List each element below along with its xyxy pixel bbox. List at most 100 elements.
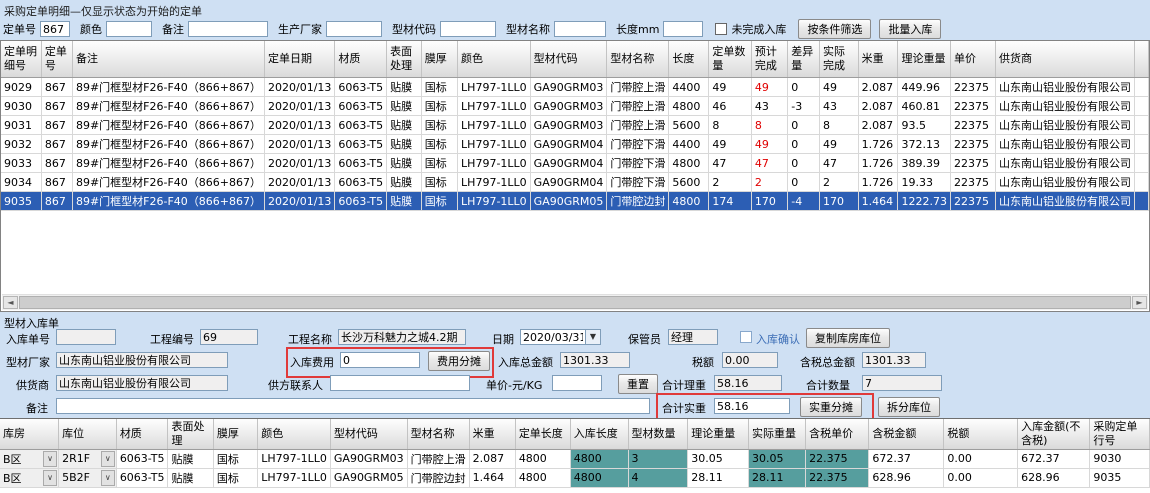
total-amount-input[interactable] [560,352,630,368]
inbound-confirm-checkbox[interactable] [740,331,752,343]
table-cell: 国标 [213,449,257,468]
calendar-dropdown-icon[interactable]: ▼ [586,329,601,345]
filter-input-length[interactable] [663,21,703,37]
column-header[interactable]: 税额 [944,419,1018,449]
table-row[interactable]: 903286789#门框型材F26-F40（866+867）2020/01/13… [1,135,1149,154]
table-cell: 2020/01/13 [265,135,335,154]
tax-input[interactable] [722,352,778,368]
column-header[interactable]: 单价 [950,41,995,78]
filter-input-profile-code[interactable] [440,21,496,37]
table-row[interactable]: 903586789#门框型材F26-F40（866+867）2020/01/13… [1,192,1149,211]
dropdown-arrow-icon[interactable]: ∨ [43,470,57,486]
scrollbar-thumb[interactable] [19,296,1131,309]
column-header[interactable]: 理论重量 [688,419,749,449]
column-header[interactable]: 型材名称 [607,41,669,78]
purchase-order-section-title: 采购定单明细—仅显示状态为开始的定单 [4,3,202,19]
column-header[interactable]: 含税单价 [806,419,869,449]
column-header[interactable]: 预计完成 [751,41,787,78]
reset-button[interactable]: 重置 [618,374,658,394]
column-header[interactable]: 定单数量 [709,41,752,78]
column-header[interactable]: 含税金额 [869,419,944,449]
column-header[interactable] [1135,41,1149,78]
filter-by-condition-button[interactable]: 按条件筛选 [798,19,871,39]
column-header[interactable]: 型材数量 [628,419,688,449]
project-no-input[interactable] [200,329,258,345]
column-header[interactable]: 定单号 [41,41,72,78]
actual-weight-share-button[interactable]: 实重分摊 [800,397,862,417]
column-header[interactable]: 颜色 [258,419,331,449]
date-picker[interactable]: ▼ [520,329,601,345]
column-header[interactable]: 长度 [669,41,709,78]
column-header[interactable]: 型材名称 [407,419,469,449]
copy-warehouse-location-button[interactable]: 复制库房库位 [806,328,890,348]
table-row[interactable]: 903186789#门框型材F26-F40（866+867）2020/01/13… [1,116,1149,135]
column-header[interactable]: 理论重量 [898,41,951,78]
theory-weight-input[interactable] [714,375,782,391]
horizontal-scrollbar[interactable]: ◄ ► [2,294,1148,310]
column-header[interactable]: 定单长度 [515,419,570,449]
total-qty-input[interactable] [862,375,942,391]
column-header[interactable]: 米重 [469,419,515,449]
table-row[interactable]: 902986789#门框型材F26-F40（866+867）2020/01/13… [1,78,1149,97]
remark-input[interactable] [56,398,650,414]
table-row[interactable]: 903386789#门框型材F26-F40（866+867）2020/01/13… [1,154,1149,173]
filter-input-profile-name[interactable] [554,21,606,37]
unfinished-inbound-checkbox-group[interactable]: 未完成入库 [715,21,790,37]
dropdown-arrow-icon[interactable]: ∨ [101,470,115,486]
filter-input-remark[interactable] [188,21,268,37]
column-header[interactable]: 采购定单行号 [1090,419,1150,449]
batch-inbound-button[interactable]: 批量入库 [879,19,941,39]
tax-total-input[interactable] [862,352,926,368]
table-cell: 6063-T5 [116,449,168,468]
keeper-input[interactable] [668,329,718,345]
fee-input[interactable] [340,352,420,368]
table-row[interactable]: 903486789#门框型材F26-F40（866+867）2020/01/13… [1,173,1149,192]
project-name-input[interactable] [338,329,466,345]
column-header[interactable]: 颜色 [458,41,531,78]
column-header[interactable]: 米重 [858,41,898,78]
table-cell: 2.087 [858,78,898,97]
column-header[interactable]: 备注 [72,41,264,78]
table-row[interactable]: B区∨5B2F∨6063-T5贴膜国标LH797-1LL0GA90GRM05门带… [0,468,1150,487]
table-cell: 170 [751,192,787,211]
factory-input[interactable] [56,352,228,368]
column-header[interactable]: 定单日期 [265,41,335,78]
split-location-button[interactable]: 拆分库位 [878,397,940,417]
supplier-input[interactable] [56,375,228,391]
column-header[interactable]: 入库长度 [570,419,628,449]
filter-input-manufacturer[interactable] [326,21,382,37]
unit-price-input[interactable] [552,375,602,391]
dropdown-arrow-icon[interactable]: ∨ [101,451,115,467]
column-header[interactable]: 供货商 [996,41,1135,78]
table-row[interactable]: B区∨2R1F∨6063-T5贴膜国标LH797-1LL0GA90GRM03门带… [0,449,1150,468]
actual-weight-input[interactable] [714,398,790,414]
table-cell: 867 [41,173,72,192]
column-header[interactable]: 库位 [59,419,117,449]
column-header[interactable]: 材质 [116,419,168,449]
table-cell: 国标 [421,154,457,173]
receipt-no-input[interactable] [56,329,116,345]
column-header[interactable]: 型材代码 [330,419,407,449]
filter-input-color[interactable] [106,21,152,37]
column-header[interactable]: 膜厚 [421,41,457,78]
dropdown-arrow-icon[interactable]: ∨ [43,451,57,467]
contact-input[interactable] [330,375,470,391]
column-header[interactable]: 实际重量 [749,419,806,449]
fee-share-button[interactable]: 费用分摊 [428,351,490,371]
column-header[interactable]: 实际完成 [819,41,858,78]
column-header[interactable]: 型材代码 [530,41,607,78]
column-header[interactable]: 库房 [0,419,59,449]
column-header[interactable]: 定单明细号 [1,41,41,78]
unfinished-inbound-checkbox[interactable] [715,23,727,35]
filter-input-order-no[interactable] [40,21,70,37]
date-input[interactable] [520,329,586,345]
scroll-right-icon[interactable]: ► [1132,296,1147,309]
table-row[interactable]: 903086789#门框型材F26-F40（866+867）2020/01/13… [1,97,1149,116]
column-header[interactable]: 表面处理 [387,41,422,78]
column-header[interactable]: 膜厚 [213,419,257,449]
column-header[interactable]: 材质 [335,41,387,78]
column-header[interactable]: 差异量 [788,41,820,78]
column-header[interactable]: 入库金额(不含税) [1018,419,1090,449]
scroll-left-icon[interactable]: ◄ [3,296,18,309]
column-header[interactable]: 表面处理 [168,419,213,449]
